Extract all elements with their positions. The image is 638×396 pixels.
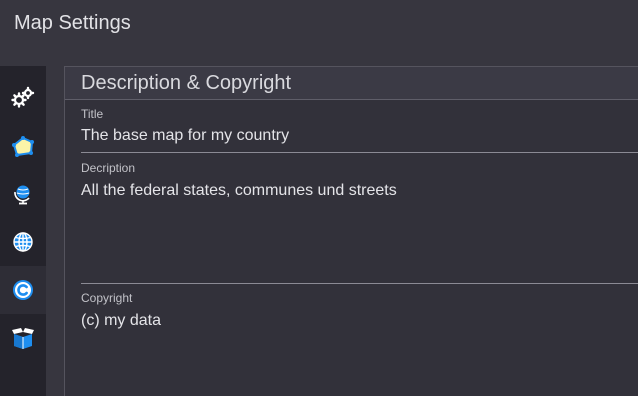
title-bar: Map Settings [0,0,638,50]
copyright-field[interactable]: (c) my data [81,312,161,330]
panel-header: Description & Copyright [65,67,638,100]
description-field[interactable]: All the federal states, communes und str… [81,177,638,284]
globe-grid-icon [13,232,33,252]
sidebar-item-copyright[interactable] [0,266,46,314]
sidebar-item-layers[interactable] [0,122,46,170]
box-icon [12,328,34,349]
gears-icon [11,86,35,108]
title-field[interactable]: The base map for my country [81,123,638,153]
window-title: Map Settings [14,12,131,34]
map-settings-window: Map Settings Description & Copyright Tit… [0,0,638,396]
sidebar-item-projection[interactable] [0,170,46,218]
title-label: Title [81,107,104,121]
description-value: All the federal states, communes und str… [81,182,397,199]
copyright-label: Copyright [81,291,133,305]
title-value: The base map for my country [81,127,290,144]
polygon-icon [12,136,34,157]
description-copyright-panel: Description & Copyright Title The base m… [64,66,638,396]
panel-title: Description & Copyright [81,72,292,94]
sidebar [0,66,46,396]
description-label: Decription [81,161,136,175]
globe-stand-icon [14,185,30,205]
sidebar-item-package[interactable] [0,314,46,362]
sidebar-item-web[interactable] [0,218,46,266]
copyright-icon [13,280,33,300]
sidebar-item-settings[interactable] [0,74,46,122]
